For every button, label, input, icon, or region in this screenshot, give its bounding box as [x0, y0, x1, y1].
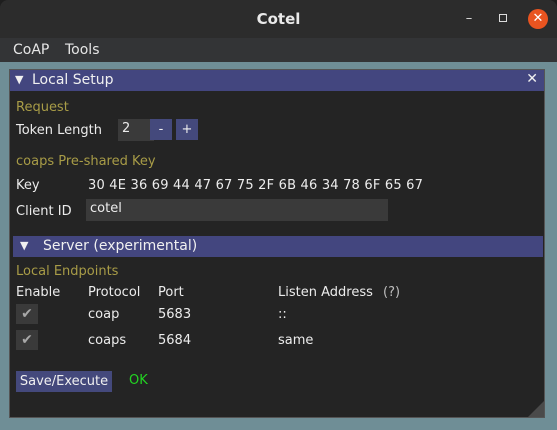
server-section-label: Server (experimental): [43, 238, 198, 254]
request-header: Request: [16, 100, 69, 115]
enable-coaps-checkbox[interactable]: ✔: [16, 330, 38, 350]
help-hint[interactable]: (?): [383, 285, 400, 300]
column-port: Port: [158, 285, 184, 300]
panel-close-icon[interactable]: ✕: [526, 71, 538, 87]
minimize-button[interactable]: –: [460, 10, 478, 28]
endpoint-protocol: coap: [88, 307, 120, 322]
psk-header: coaps Pre-shared Key: [16, 154, 156, 169]
client-id-input[interactable]: cotel: [86, 199, 388, 221]
key-label: Key: [16, 178, 40, 193]
token-length-input[interactable]: 2: [118, 119, 154, 141]
endpoint-protocol: coaps: [88, 333, 127, 348]
maximize-button[interactable]: [494, 10, 512, 28]
collapse-triangle-icon[interactable]: ▼: [15, 73, 23, 86]
menu-coap[interactable]: CoAP: [13, 42, 49, 58]
menu-bar: CoAP Tools: [0, 38, 557, 62]
endpoint-address: same: [278, 333, 314, 348]
endpoint-address: ::: [278, 307, 287, 322]
token-increment-button[interactable]: +: [176, 119, 198, 140]
key-value[interactable]: 30 4E 36 69 44 47 67 75 2F 6B 46 34 78 6…: [88, 178, 423, 193]
resize-grip[interactable]: [528, 401, 544, 417]
column-listen-address: Listen Address: [278, 285, 373, 300]
endpoint-port: 5684: [158, 333, 192, 348]
token-decrement-button[interactable]: -: [150, 119, 172, 140]
save-execute-button[interactable]: Save/Execute: [16, 371, 112, 392]
endpoint-port: 5683: [158, 307, 192, 322]
column-protocol: Protocol: [88, 285, 141, 300]
checkmark-icon: ✔: [21, 306, 33, 322]
os-title-bar: Cotel – ✕: [0, 0, 557, 38]
panel-title-bar[interactable]: ▼ Local Setup ✕: [10, 70, 544, 91]
column-enable: Enable: [16, 285, 61, 300]
token-length-label: Token Length: [16, 123, 102, 138]
enable-coap-checkbox[interactable]: ✔: [16, 304, 38, 324]
status-ok: OK: [129, 373, 148, 388]
checkmark-icon: ✔: [21, 332, 33, 348]
menu-tools[interactable]: Tools: [65, 42, 100, 58]
maximize-icon: [499, 14, 507, 22]
local-setup-panel: ▼ Local Setup ✕ Request Token Length 2 -…: [9, 69, 545, 418]
server-section-header[interactable]: ▼ Server (experimental): [13, 236, 543, 257]
local-endpoints-header: Local Endpoints: [16, 264, 119, 279]
close-window-button[interactable]: ✕: [528, 9, 548, 29]
panel-title: Local Setup: [32, 72, 114, 88]
expand-triangle-icon: ▼: [20, 239, 29, 252]
client-id-label: Client ID: [16, 204, 72, 219]
